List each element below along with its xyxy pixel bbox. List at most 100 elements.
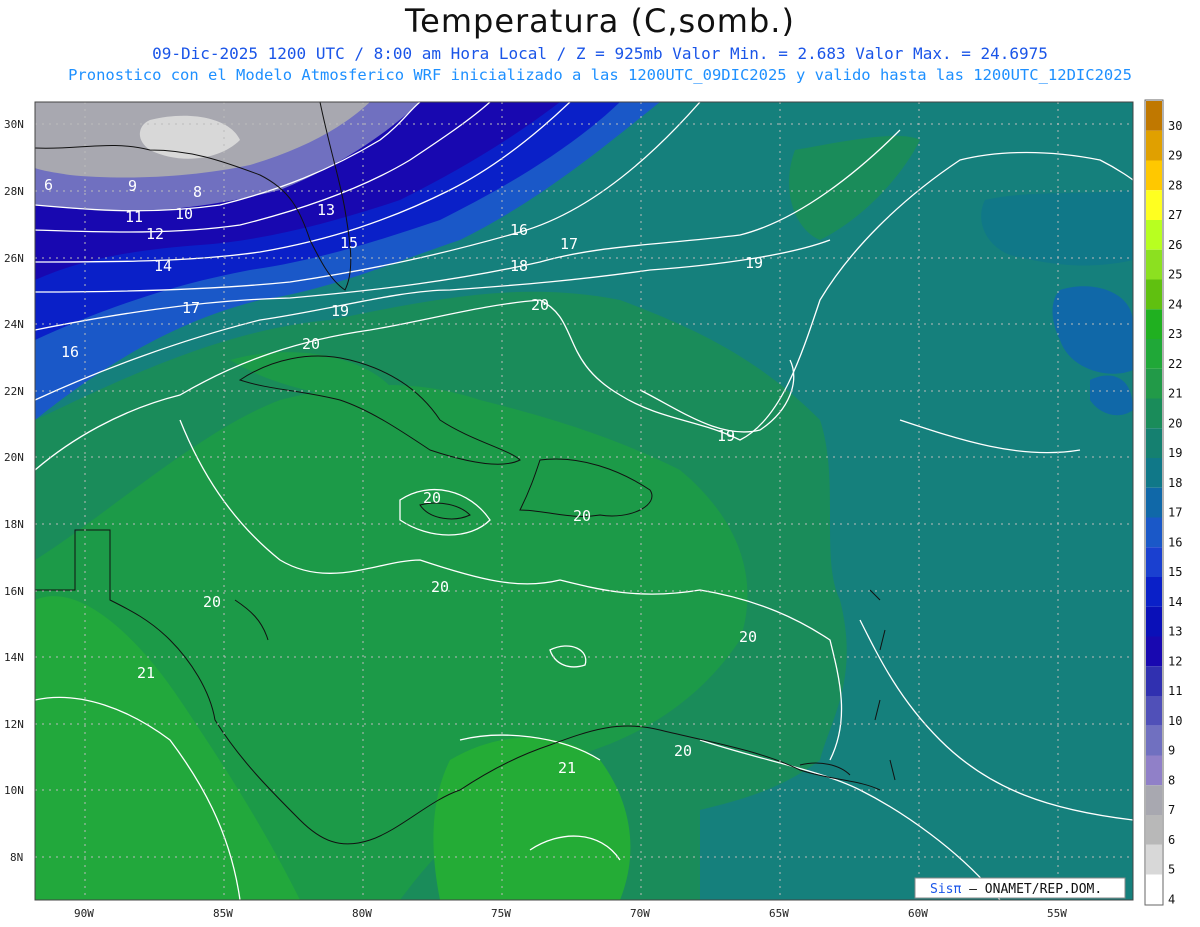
colorbar: 30 29 28 27 26 25 24 23 22 21 20 19 18 17 16 15 14 13 12 11… [1144,99,1182,906]
lon-label: 85W [213,907,233,920]
contour-label: 20 [431,578,449,596]
contour-label: 8 [193,183,202,201]
contour-label: 10 [175,205,193,223]
colorbar-cell [1146,160,1162,191]
contour-label: 19 [745,254,763,272]
contour-label: 12 [146,225,164,243]
colorbar-label: 20 [1168,416,1182,430]
colorbar-label: 16 [1168,535,1182,549]
colorbar-label: 19 [1168,446,1182,460]
colorbar-label: 4 [1168,892,1175,906]
contour-label: 17 [182,299,200,317]
colorbar-cell [1146,220,1162,250]
colorbar-label: 8 [1168,773,1175,787]
lon-label: 55W [1047,907,1067,920]
colorbar-cell [1146,606,1162,637]
contour-label: 13 [317,201,335,219]
contour-label: 11 [125,208,143,226]
colorbar-label: 5 [1168,863,1175,877]
colorbar-label: 10 [1168,714,1182,728]
colorbar-cell [1146,666,1162,696]
contour-label: 18 [510,257,528,275]
contour-label: 20 [203,593,221,611]
colorbar-label: 26 [1168,238,1182,252]
contour-label: 19 [717,427,735,445]
contour-label: 6 [44,176,53,194]
colorbar-cell [1146,874,1162,905]
temperature-field [35,102,1133,900]
contour-label: 14 [154,257,172,275]
lat-label: 10N [4,784,24,797]
lon-label: 70W [630,907,650,920]
lat-label: 14N [4,651,24,664]
colorbar-label: 28 [1168,178,1182,192]
colorbar-cell [1146,458,1162,488]
colorbar-label: 30 [1168,119,1182,133]
lat-label: 22N [4,385,24,398]
colorbar-label: 6 [1168,833,1175,847]
contour-label: 19 [331,302,349,320]
colorbar-label: 12 [1168,654,1182,668]
credit-box: Sisπ – ONAMET/REP.DOM. [914,877,1126,899]
colorbar-label: 18 [1168,476,1182,490]
colorbar-cell [1146,130,1162,161]
lat-label: 28N [4,185,24,198]
colorbar-label: 25 [1168,268,1182,282]
colorbar-cell [1146,279,1162,310]
lat-label: 30N [4,118,24,131]
lon-label: 90W [74,907,94,920]
colorbar-label: 27 [1168,208,1182,222]
colorbar-label: 15 [1168,565,1182,579]
colorbar-cell [1146,309,1162,339]
colorbar-cell [1146,696,1162,726]
contour-label: 20 [531,296,549,314]
longitude-axis: 90W 85W 80W 75W 70W 65W 60W 55W [74,907,1067,920]
lon-label: 80W [352,907,372,920]
lat-label: 20N [4,451,24,464]
lat-label: 18N [4,518,24,531]
colorbar-cell [1146,101,1162,131]
contour-label: 16 [61,343,79,361]
colorbar-label: 24 [1168,297,1182,311]
colorbar-cell [1146,398,1162,429]
lat-label: 8N [10,851,23,864]
lon-label: 65W [769,907,789,920]
colorbar-label: 29 [1168,149,1182,163]
latitude-axis: 30N 28N 26N 24N 22N 20N 18N 16N 14N 12N … [4,118,24,864]
colorbar-cell [1146,636,1162,667]
lat-label: 24N [4,318,24,331]
colorbar-cell [1146,577,1162,607]
colorbar-cell [1146,725,1162,756]
colorbar-cell [1146,339,1162,369]
contour-label: 21 [558,759,576,777]
colorbar-cell [1146,785,1162,815]
colorbar-label: 7 [1168,803,1175,817]
lat-label: 12N [4,718,24,731]
colorbar-label: 21 [1168,387,1182,401]
credit-text: – ONAMET/REP.DOM. [961,882,1102,897]
colorbar-cell [1146,249,1162,280]
contour-label: 17 [560,235,578,253]
colorbar-cell [1146,844,1162,875]
colorbar-label: 11 [1168,684,1182,698]
colorbar-label: 14 [1168,595,1182,609]
contour-label: 21 [137,664,155,682]
colorbar-cell [1146,815,1162,845]
contour-label: 20 [302,335,320,353]
colorbar-label: 9 [1168,744,1175,758]
colorbar-label: 23 [1168,327,1182,341]
colorbar-cell [1146,368,1162,399]
map-canvas: 30N 28N 26N 24N 22N 20N 18N 16N 14N 12N … [4,99,1182,920]
colorbar-cell [1146,190,1162,220]
lat-label: 16N [4,585,24,598]
colorbar-cell [1146,428,1162,458]
lat-label: 26N [4,252,24,265]
contour-label: 20 [573,507,591,525]
contour-label: 20 [674,742,692,760]
lon-label: 60W [908,907,928,920]
svg-text:Sisπ – ONAMET/REP.DOM.: Sisπ – ONAMET/REP.DOM. [930,882,1102,897]
colorbar-cell [1146,487,1162,518]
contour-label: 20 [739,628,757,646]
colorbar-label: 22 [1168,357,1182,371]
credit-brand: Sisπ [930,882,961,897]
